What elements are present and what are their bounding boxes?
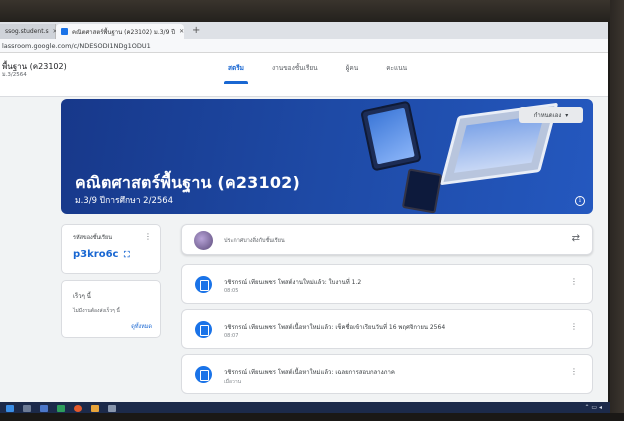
upcoming-card: เร็วๆ นี้ ไม่มีงานต้องส่งเร็วๆ นี้ ดูทั้…	[61, 280, 161, 338]
stream-post[interactable]: วชิรกรณ์ เทียนเพชร โพสต์เนื้อหาใหม่แล้ว:…	[181, 309, 593, 349]
class-code-label: รหัสของชั้นเรียน	[73, 235, 112, 241]
search-icon[interactable]	[23, 404, 31, 412]
class-nav-tabs: สตรีม งานของชั้นเรียน ผู้คน คะแนน	[224, 63, 407, 84]
info-icon[interactable]: i	[575, 196, 585, 206]
customize-label: กำหนดเอง	[533, 112, 562, 119]
class-code-text: p3kro6c	[73, 249, 119, 260]
start-icon[interactable]	[6, 404, 14, 412]
post-date: 08:05	[224, 288, 239, 294]
monitor-bezel-right	[610, 0, 624, 421]
upcoming-empty-text: ไม่มีงานต้องส่งเร็วๆ นี้	[73, 308, 120, 314]
system-tray[interactable]: ⌃ ▭ ◂	[584, 404, 602, 411]
tab-label: คณิตศาสตร์พื้นฐาน (ค23102) ม.3/9 ปี	[72, 28, 176, 36]
stream-post[interactable]: วชิรกรณ์ เทียนเพชร โพสต์เนื้อหาใหม่แล้ว:…	[181, 354, 593, 394]
monitor-bezel-top	[0, 0, 624, 22]
tab-label: ssog.student.s	[5, 28, 49, 35]
post-title: วชิรกรณ์ เทียนเพชร โพสต์เนื้อหาใหม่แล้ว:…	[224, 324, 446, 331]
repost-icon[interactable]: ⇄	[572, 233, 580, 244]
excel-icon[interactable]	[57, 404, 65, 412]
upcoming-heading: เร็วๆ นี้	[73, 293, 91, 300]
more-vert-icon[interactable]: ⋮	[144, 232, 152, 241]
chevron-down-icon: ▾	[565, 111, 569, 119]
task-view-icon[interactable]	[40, 404, 48, 412]
tab-grades[interactable]: คะแนน	[386, 63, 407, 84]
fullscreen-icon[interactable]: ⛶	[124, 250, 130, 259]
more-vert-icon[interactable]: ⋮	[570, 322, 578, 331]
more-vert-icon[interactable]: ⋮	[570, 277, 578, 286]
avatar	[194, 231, 213, 250]
stream-post[interactable]: วชิรกรณ์ เทียนเพชร โพสต์งานใหม่แล้ว: ใบง…	[181, 264, 593, 304]
post-date: 08:07	[224, 333, 239, 339]
phone-illustration-icon	[360, 100, 422, 172]
class-code-card: รหัสของชั้นเรียน ⋮ p3kro6c ⛶	[61, 224, 161, 274]
chrome-icon[interactable]	[74, 404, 82, 412]
material-icon	[195, 321, 212, 338]
post-title: วชิรกรณ์ เทียนเพชร โพสต์งานใหม่แล้ว: ใบง…	[224, 279, 362, 286]
file-explorer-icon[interactable]	[91, 404, 99, 412]
browser-tab-inactive[interactable]: ssog.student.s ✕	[0, 24, 58, 39]
monitor-bezel-bottom	[0, 413, 624, 421]
announce-box[interactable]: ประกาศบางสิ่งกับชั้นเรียน ⇄	[181, 224, 593, 255]
new-tab-button[interactable]: +	[184, 24, 208, 39]
class-banner: กำหนดเอง ▾ คณิตศาสตร์พื้นฐาน (ค23102) ม.…	[61, 99, 593, 214]
tablet-illustration-icon	[401, 168, 443, 214]
tab-classwork[interactable]: งานของชั้นเรียน	[272, 63, 318, 84]
assignment-icon	[195, 276, 212, 293]
browser-tab-active[interactable]: คณิตศาสตร์พื้นฐาน (ค23102) ม.3/9 ปี ✕	[56, 24, 184, 39]
material-icon	[195, 366, 212, 383]
customize-button[interactable]: กำหนดเอง ▾	[519, 107, 583, 123]
classroom-favicon-icon	[61, 28, 68, 35]
page-subtitle: ม.3/2564	[2, 72, 27, 78]
announce-placeholder: ประกาศบางสิ่งกับชั้นเรียน	[224, 238, 285, 244]
tab-stream[interactable]: สตรีม	[224, 63, 248, 84]
post-title: วชิรกรณ์ เทียนเพชร โพสต์เนื้อหาใหม่แล้ว:…	[224, 369, 395, 376]
app-icon[interactable]	[108, 404, 116, 412]
more-vert-icon[interactable]: ⋮	[570, 367, 578, 376]
classroom-header: พื้นฐาน (ค23102) ม.3/2564 สตรีม งานของชั…	[0, 53, 608, 97]
class-section: ม.3/9 ปีการศึกษา 2/2564	[75, 196, 174, 206]
tab-strip: ssog.student.s ✕ คณิตศาสตร์พื้นฐาน (ค231…	[0, 22, 608, 39]
view-all-link[interactable]: ดูทั้งหมด	[131, 323, 152, 331]
post-date: เมื่อวาน	[224, 379, 242, 385]
class-code-value: p3kro6c ⛶	[73, 249, 130, 260]
tab-people[interactable]: ผู้คน	[346, 63, 359, 84]
address-bar[interactable]: lassroom.google.com/c/NDESODI1NDg1ODU1	[0, 39, 608, 53]
